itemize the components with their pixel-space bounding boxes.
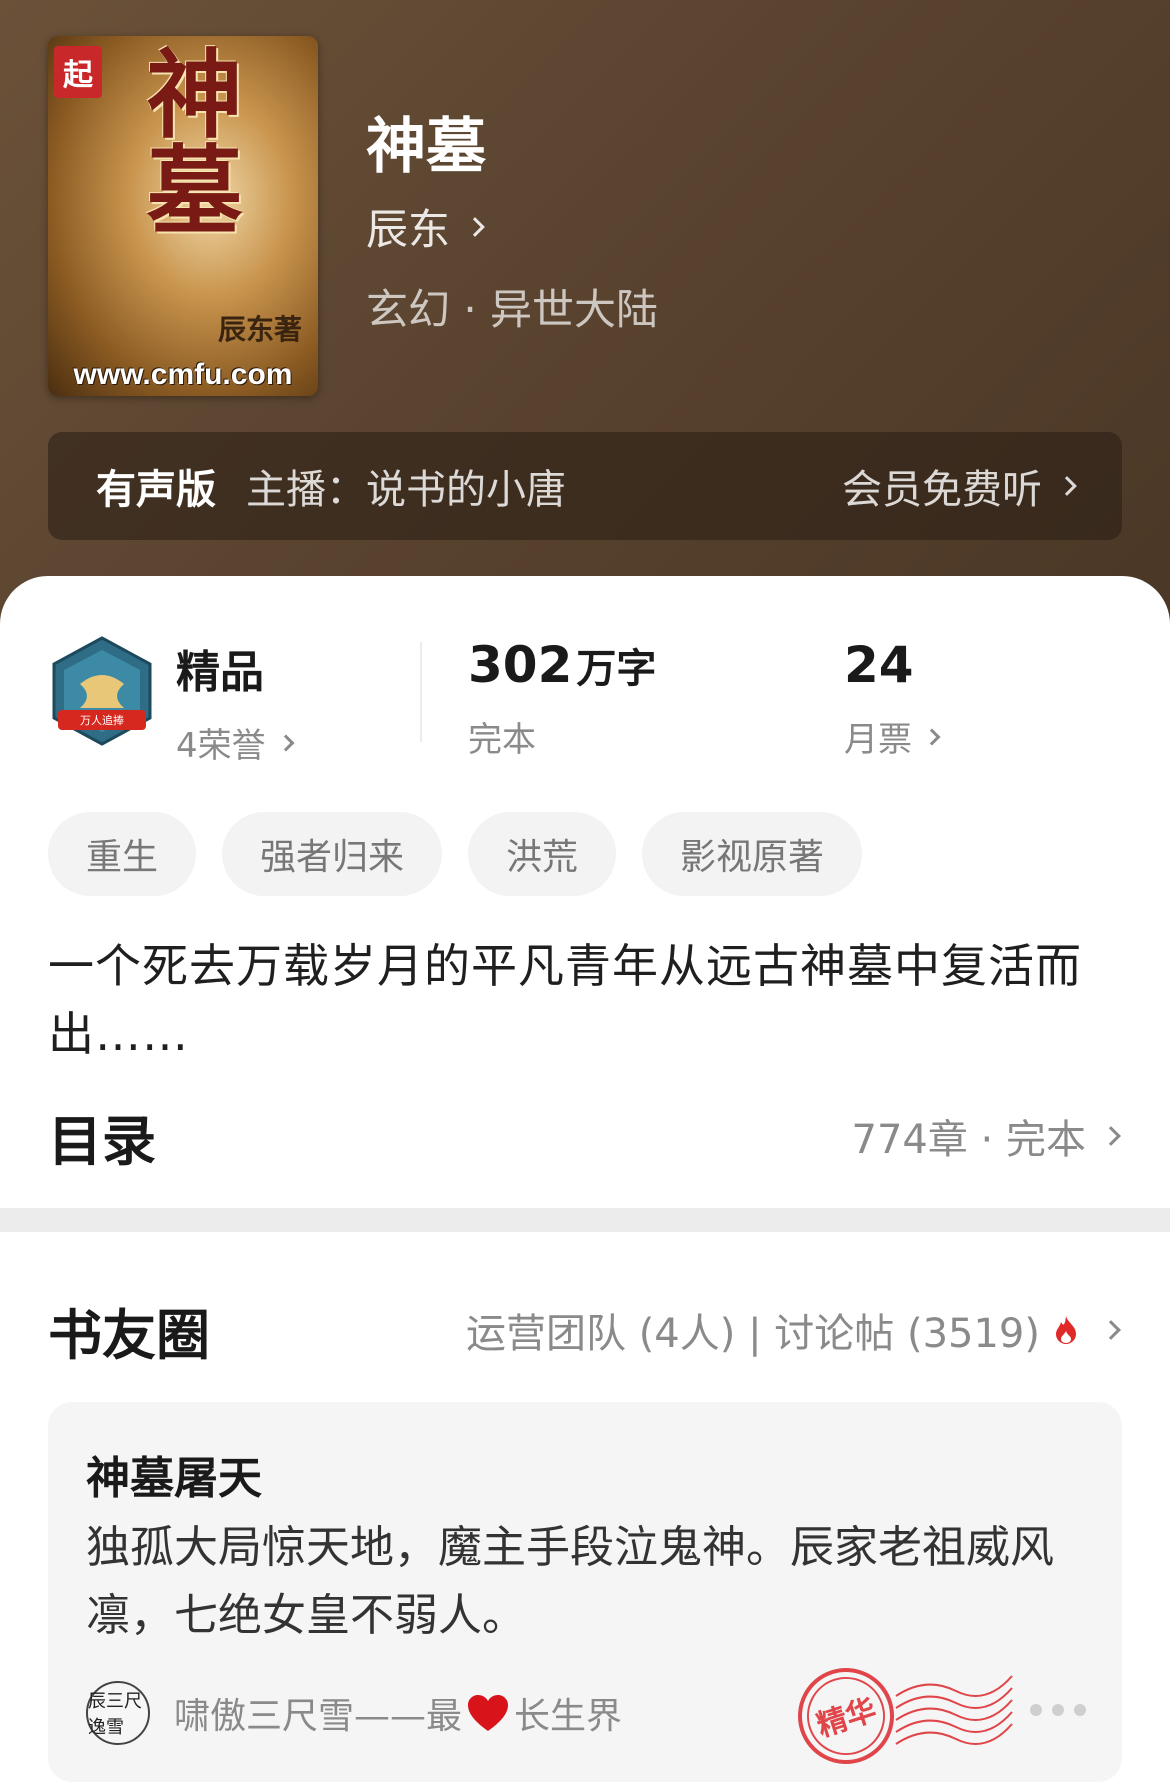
username-prefix: 啸傲三尺雪——最 <box>174 1696 463 1737</box>
audio-listen-button[interactable]: 会员免费听 <box>842 457 1077 515</box>
chevron-right-icon <box>1101 1320 1121 1340</box>
avatar[interactable]: 辰三尺逸雪 <box>86 1681 150 1745</box>
stamp-label: 精华 <box>813 1692 881 1744</box>
chevron-right-icon <box>1057 476 1077 496</box>
heart-icon <box>468 1695 509 1731</box>
book-description[interactable]: 一个死去万载岁月的平凡青年从远古神墓中复活而出…… <box>48 932 1118 1068</box>
chevron-right-icon <box>1101 1126 1121 1146</box>
monthly-votes-label: 月票 <box>844 720 912 760</box>
circle-info: 运营团队 (4人) | 讨论帖 (3519) <box>465 1311 1040 1357</box>
chevron-right-icon <box>923 728 941 745</box>
post-body: 独孤大局惊天地，魔主手段泣鬼神。辰家老祖威风凛，七绝女皇不弱人。 <box>86 1522 1054 1641</box>
quality-badge-icon[interactable]: 万人追捧 <box>50 636 154 746</box>
featured-post[interactable]: 神墓屠天 独孤大局惊天地，魔主手段泣鬼神。辰家老祖威风凛，七绝女皇不弱人。 辰三… <box>48 1402 1122 1782</box>
audio-cta-label: 会员免费听 <box>842 467 1042 513</box>
tag-chip[interactable]: 强者归来 <box>222 812 443 896</box>
monthly-votes-value: 24 <box>844 636 914 694</box>
dot <box>1074 1704 1086 1716</box>
quality-label: 精品 <box>176 647 264 698</box>
flame-icon <box>1056 1316 1076 1344</box>
post-username[interactable]: 啸傲三尺雪——最 长生界 <box>174 1687 622 1739</box>
toc-title: 目录 <box>48 1109 156 1173</box>
stats-divider <box>420 642 422 742</box>
section-separator <box>0 1208 1170 1232</box>
post-title: 神墓屠天 <box>86 1453 262 1504</box>
stat-quality[interactable]: 精品 4荣誉 <box>176 636 295 767</box>
author-name: 辰东 <box>366 205 451 254</box>
author-link[interactable]: 辰东 <box>366 196 485 257</box>
completion-status: 完本 <box>468 720 536 760</box>
tag-chip[interactable]: 影视原著 <box>642 812 863 896</box>
chevron-right-icon <box>465 216 485 237</box>
book-title: 神墓 <box>366 112 486 182</box>
tag-chip[interactable]: 重生 <box>48 812 197 896</box>
dot <box>1030 1704 1042 1716</box>
toc-row[interactable]: 目录 774章 · 完本 <box>48 1088 1121 1184</box>
book-genre: 玄幻 · 异世大陆 <box>366 285 659 334</box>
word-count-unit: 万字 <box>576 646 657 692</box>
more-options-icon[interactable] <box>1030 1704 1086 1716</box>
audio-tag: 有声版 <box>96 467 216 513</box>
audio-host: 主播：说书的小唐 <box>246 467 566 513</box>
cover-url: www.cmfu.com <box>73 358 293 391</box>
reader-circle-header[interactable]: 书友圈 运营团队 (4人) | 讨论帖 (3519) <box>48 1282 1121 1378</box>
badge-label: 万人追捧 <box>80 713 124 727</box>
username-suffix: 长生界 <box>514 1696 623 1737</box>
book-detail-card: 万人追捧 精品 4荣誉 302 万字 完本 24 月票 重生 强者归来 洪荒 影… <box>0 576 1170 1791</box>
book-header: 起 神墓 辰东著 www.cmfu.com 神墓 辰东 玄幻 · 异世大陆 有声… <box>0 0 1170 640</box>
book-cover[interactable]: 起 神墓 辰东著 www.cmfu.com <box>48 36 318 396</box>
cover-title: 神墓 <box>130 44 243 236</box>
word-count-value: 302 <box>468 636 573 694</box>
audio-version-bar[interactable]: 有声版 主播：说书的小唐 会员免费听 <box>48 432 1122 540</box>
stat-words: 302 万字 完本 <box>468 636 656 761</box>
dot <box>1052 1704 1064 1716</box>
tag-list: 重生 强者归来 洪荒 影视原著 <box>48 812 863 896</box>
chevron-right-icon <box>277 734 295 751</box>
cover-author: 辰东著 <box>218 313 303 346</box>
featured-stamp-icon: 精华 <box>798 1668 1013 1764</box>
tag-chip[interactable]: 洪荒 <box>468 812 617 896</box>
circle-title: 书友圈 <box>48 1303 210 1367</box>
honors-count: 4荣誉 <box>176 726 266 766</box>
stat-monthly-votes[interactable]: 24 月票 <box>844 636 941 761</box>
toc-chapter-info: 774章 · 完本 <box>851 1117 1087 1163</box>
cover-seal: 起 <box>54 46 102 98</box>
post-footer: 辰三尺逸雪 啸傲三尺雪——最 长生界 精华 <box>86 1668 1086 1764</box>
